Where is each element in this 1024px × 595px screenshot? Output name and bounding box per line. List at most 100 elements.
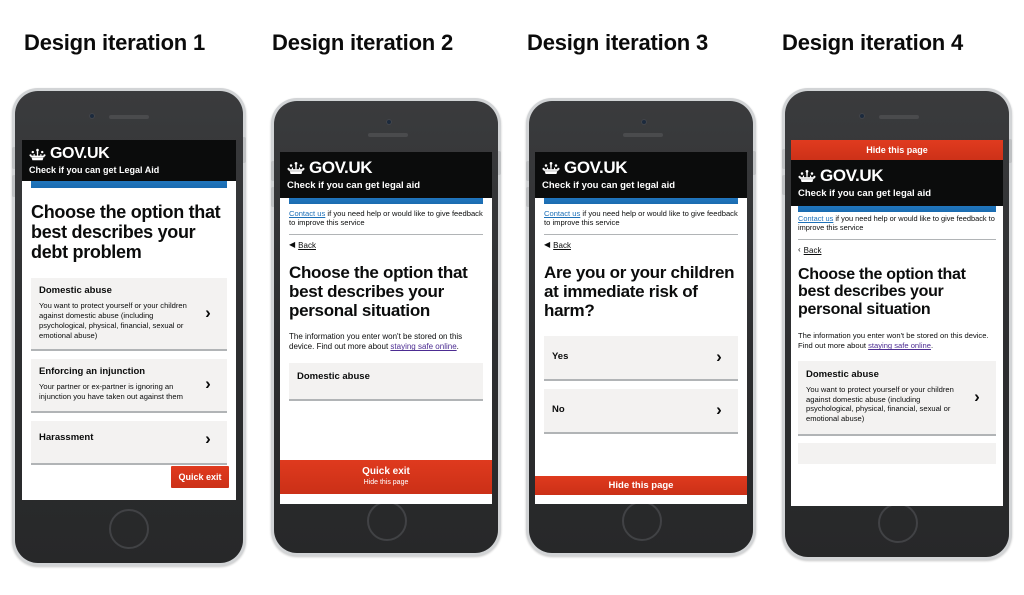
chevron-right-icon: › <box>974 386 980 406</box>
staying-safe-online-link[interactable]: staying safe online <box>868 341 931 350</box>
power-button-3[interactable] <box>753 151 756 175</box>
chevron-right-icon: › <box>716 400 722 420</box>
phone-mockup-3: GOV.UK Check if you can get legal aid Co… <box>526 98 756 556</box>
option-card-text: Domestic abuse You want to protect yours… <box>39 286 197 340</box>
earpiece-speaker-2 <box>368 133 408 137</box>
home-button-1[interactable] <box>109 509 149 549</box>
govuk-wordmark-2: GOV.UK <box>309 158 373 177</box>
power-button-4[interactable] <box>1009 139 1012 163</box>
screen-content-2: Contact us if you need help or would lik… <box>280 204 492 401</box>
earpiece-speaker-4 <box>879 115 919 119</box>
crown-icon <box>542 161 560 175</box>
back-link-label: Back <box>298 240 316 250</box>
phone-screen-3: GOV.UK Check if you can get legal aid Co… <box>535 152 747 504</box>
phone-mockup-1: GOV.UK Check if you can get Legal Aid Ch… <box>12 88 246 566</box>
govuk-header-4: GOV.UK Check if you can get legal aid <box>791 160 1003 206</box>
govuk-header-1: GOV.UK Check if you can get Legal Aid <box>22 140 236 181</box>
hide-this-page-bar-3[interactable]: Hide this page <box>535 476 747 495</box>
option-card-text: Enforcing an injunction Your partner or … <box>39 366 197 401</box>
phone-screen-2: GOV.UK Check if you can get legal aid Co… <box>280 152 492 504</box>
volume-down-button-1[interactable] <box>12 175 15 197</box>
back-link-2[interactable]: ◀ Back <box>289 235 483 257</box>
volume-down-button-4[interactable] <box>782 175 785 195</box>
option-card-enforcing-injunction[interactable]: Enforcing an injunction Your partner or … <box>31 359 227 413</box>
home-button-4[interactable] <box>878 503 918 543</box>
staying-safe-online-link[interactable]: staying safe online <box>390 342 456 351</box>
home-button-2[interactable] <box>367 501 407 541</box>
option-card-title: Enforcing an injunction <box>39 366 146 378</box>
govuk-logo-4[interactable]: GOV.UK <box>798 166 996 186</box>
option-card-harassment[interactable]: Harassment › <box>31 420 227 465</box>
chevron-left-icon: ‹ <box>798 245 801 254</box>
option-card-description: You want to protect yourself or your chi… <box>39 301 187 340</box>
option-card-text: Harassment <box>39 432 197 444</box>
phone-mockup-4: Hide this page GOV.UK Check if you can g… <box>782 88 1012 560</box>
option-card-text: Domestic abuse You want to protect yours… <box>806 369 966 424</box>
govuk-header-3: GOV.UK Check if you can get legal aid <box>535 152 747 198</box>
quick-exit-label: Quick exit <box>362 465 410 477</box>
quick-exit-bar-2[interactable]: Quick exit Hide this page <box>280 460 492 494</box>
volume-up-button-4[interactable] <box>782 149 785 169</box>
hide-this-page-top-bar-4[interactable]: Hide this page <box>791 140 1003 160</box>
chevron-right-icon: › <box>205 303 211 323</box>
phase-blue-bar-1 <box>31 181 227 188</box>
option-card-no[interactable]: No › <box>544 389 738 435</box>
back-link-4[interactable]: ‹ Back <box>798 240 996 262</box>
govuk-logo-3[interactable]: GOV.UK <box>542 158 740 178</box>
column-title-4: Design iteration 4 <box>782 30 963 55</box>
contact-us-link[interactable]: Contact us <box>289 209 325 218</box>
front-camera-icon-2 <box>386 119 392 125</box>
govuk-logo-1[interactable]: GOV.UK <box>29 145 229 163</box>
earpiece-speaker-1 <box>109 115 149 119</box>
chevron-right-icon: › <box>205 374 211 394</box>
volume-down-button-2[interactable] <box>271 187 274 207</box>
option-card-domestic-abuse[interactable]: Domestic abuse <box>289 362 483 401</box>
contact-us-line-4: Contact us if you need help or would lik… <box>798 212 996 239</box>
front-camera-icon-1 <box>89 113 95 119</box>
option-card-domestic-abuse[interactable]: Domestic abuse You want to protect yours… <box>31 278 227 352</box>
chevron-left-icon: ◀ <box>289 240 296 250</box>
quick-exit-button[interactable]: Quick exit <box>171 466 229 488</box>
option-card-yes[interactable]: Yes › <box>544 336 738 382</box>
option-card-text: No <box>552 404 708 416</box>
power-button-2[interactable] <box>498 151 501 175</box>
page-title-3: Are you or your children at immediate ri… <box>544 262 735 321</box>
screenshot-canvas: Design iteration 1 Design iteration 2 De… <box>0 0 1024 595</box>
page-title-1: Choose the option that best describes yo… <box>31 202 221 263</box>
back-link-3[interactable]: ◀ Back <box>544 235 738 257</box>
intro-tail: . <box>930 341 934 351</box>
column-title-1: Design iteration 1 <box>24 30 205 55</box>
front-camera-icon-4 <box>859 113 865 119</box>
chevron-right-icon: › <box>716 347 722 367</box>
column-title-3: Design iteration 3 <box>527 30 708 55</box>
home-button-3[interactable] <box>622 501 662 541</box>
contact-us-line-2: Contact us if you need help or would lik… <box>289 204 483 234</box>
govuk-wordmark-3: GOV.UK <box>564 158 628 177</box>
phone-mockup-2: GOV.UK Check if you can get legal aid Co… <box>271 98 501 556</box>
option-card-text: Domestic abuse <box>297 371 475 383</box>
option-card-description: You want to protect yourself or your chi… <box>806 384 954 424</box>
screen-content-3: Contact us if you need help or would lik… <box>535 204 747 435</box>
volume-up-button-1[interactable] <box>12 147 15 169</box>
govuk-wordmark-1: GOV.UK <box>50 145 110 162</box>
volume-up-button-2[interactable] <box>271 161 274 181</box>
govuk-logo-2[interactable]: GOV.UK <box>287 158 485 178</box>
contact-us-link[interactable]: Contact us <box>544 209 580 218</box>
phone-screen-1: GOV.UK Check if you can get Legal Aid Ch… <box>22 140 236 500</box>
screen-content-4: Contact us if you need help or would lik… <box>791 212 1003 464</box>
power-button-1[interactable] <box>243 137 246 163</box>
page-intro-2: The information you enter won't be store… <box>289 332 483 353</box>
option-card-title: Domestic abuse <box>39 285 112 297</box>
contact-us-line-3: Contact us if you need help or would lik… <box>544 204 738 234</box>
page-intro-4: The information you enter won't be store… <box>798 331 996 351</box>
option-card-domestic-abuse[interactable]: Domestic abuse You want to protect yours… <box>798 360 996 436</box>
volume-down-button-3[interactable] <box>526 187 529 207</box>
contact-us-link[interactable]: Contact us <box>798 214 833 223</box>
option-card-next[interactable] <box>798 442 996 464</box>
chevron-left-icon: ◀ <box>544 240 551 250</box>
screen-content-1: Choose the option that best describes yo… <box>22 202 236 465</box>
volume-up-button-3[interactable] <box>526 161 529 181</box>
chevron-right-icon: › <box>205 428 211 448</box>
hide-this-page-label: Hide this page <box>608 479 674 491</box>
crown-icon <box>798 169 816 183</box>
